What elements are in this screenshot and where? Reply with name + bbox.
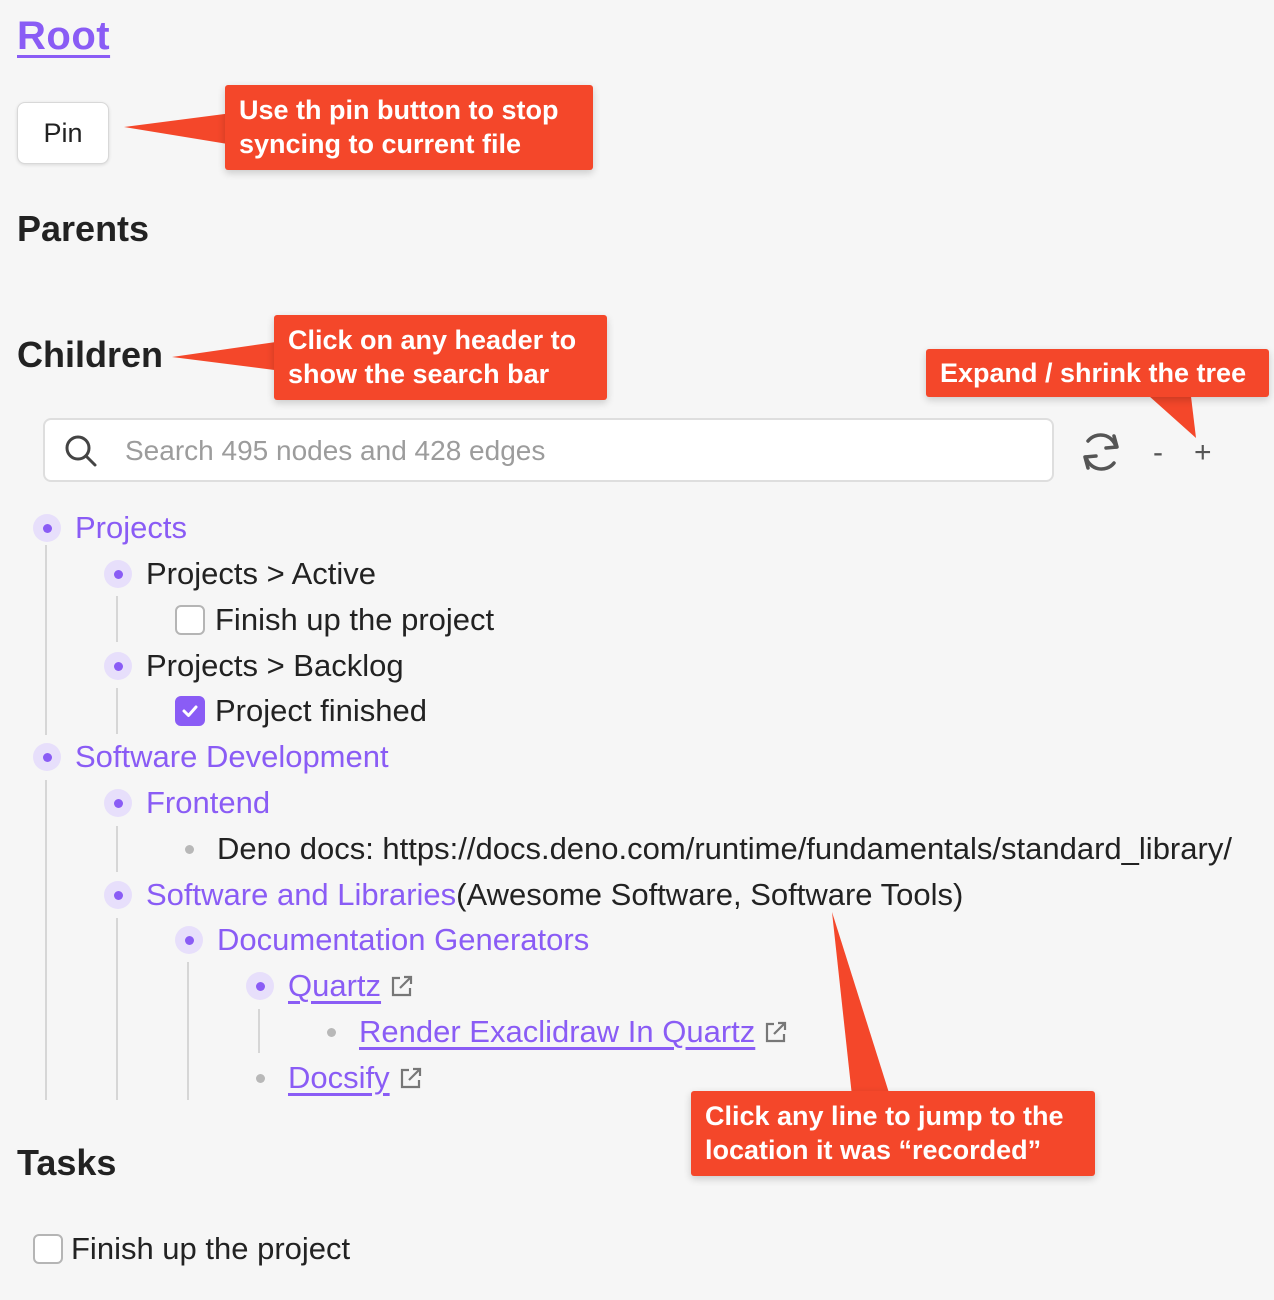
tasks-header[interactable]: Tasks (17, 1142, 116, 1184)
parents-header[interactable]: Parents (17, 208, 149, 250)
tree-node-software-development[interactable]: Software Development (33, 734, 389, 780)
header-callout: Click on any header to show the search b… (274, 315, 607, 400)
header-callout-arrow (172, 340, 290, 372)
external-link-icon[interactable] (763, 1019, 789, 1045)
jump-callout-arrow (832, 912, 890, 1096)
tree-node-projects[interactable]: Projects (33, 505, 187, 551)
tree-guide-line (116, 688, 118, 734)
tree-leaf-bullet-icon (317, 1018, 345, 1046)
tree-node-frontend[interactable]: Frontend (104, 780, 270, 826)
tree-leaf-bullet-icon (246, 1064, 274, 1092)
tree-leaf-bullet-icon (175, 835, 203, 863)
expand-tree-button[interactable]: + (1194, 436, 1212, 470)
tree-node-label: Projects (75, 510, 187, 545)
shrink-tree-button[interactable]: - (1153, 436, 1163, 470)
task-checkbox[interactable] (33, 1234, 63, 1264)
pin-callout: Use th pin button to stop syncing to cur… (225, 85, 593, 170)
tree-item-docsify[interactable]: Docsify (246, 1055, 424, 1101)
children-header[interactable]: Children (17, 334, 163, 376)
tree-guide-line (116, 596, 118, 642)
task-label: Project finished (215, 693, 427, 728)
jump-callout-line-2: location it was “recorded” (705, 1135, 1042, 1165)
task-checkbox[interactable] (175, 605, 205, 635)
header-callout-line-1: Click on any header to (288, 325, 577, 355)
tree-bullet-icon (104, 560, 132, 588)
tree-item-render-exaclidraw[interactable]: Render Exaclidraw In Quartz (317, 1009, 789, 1055)
jump-callout: Click any line to jump to the location i… (691, 1091, 1095, 1176)
tree-node-projects-backlog[interactable]: Projects > Backlog (104, 643, 404, 689)
refresh-icon[interactable] (1076, 427, 1126, 477)
checkmark-icon (182, 705, 198, 717)
tree-bullet-icon (104, 652, 132, 680)
pin-callout-line-1: Use th pin button to stop (239, 95, 559, 125)
tree-node-label: Projects > Backlog (146, 648, 404, 683)
tree-node-label: Frontend (146, 785, 271, 820)
tree-guide-line (116, 918, 118, 1100)
pin-callout-line-2: syncing to current file (239, 129, 522, 159)
tree-node-software-and-libraries[interactable]: Software and Libraries (Awesome Software… (104, 872, 963, 918)
tree-item-label: Deno docs: https://docs.deno.com/runtime… (217, 831, 1232, 866)
tree-guide-line (258, 1009, 260, 1053)
tree-guide-line (116, 826, 118, 872)
tree-bullet-icon (175, 926, 203, 954)
tree-item-link[interactable]: Docsify (288, 1060, 390, 1096)
header-callout-line-2: show the search bar (288, 359, 550, 389)
task-label: Finish up the project (215, 602, 495, 637)
expand-callout-line-1: Expand / shrink the tree (940, 358, 1247, 388)
tree-bullet-icon (33, 514, 61, 542)
tree-item-deno-docs[interactable]: Deno docs: https://docs.deno.com/runtime… (175, 826, 1255, 872)
tree-bullet-icon (246, 972, 274, 1000)
tree-bullet-icon (33, 743, 61, 771)
tree-node-label: Software Development (75, 739, 389, 774)
expand-callout: Expand / shrink the tree (926, 349, 1269, 397)
search-input[interactable] (123, 428, 1027, 474)
external-link-icon[interactable] (398, 1065, 424, 1091)
tree-node-aliases: (Awesome Software, Software Tools) (456, 877, 964, 912)
tree-task-finish-up[interactable]: Finish up the project (175, 597, 494, 643)
tree-node-link[interactable]: Quartz (288, 968, 381, 1004)
search-icon (65, 435, 97, 467)
tree-item-link[interactable]: Render Exaclidraw In Quartz (359, 1014, 755, 1050)
task-finish-up[interactable]: Finish up the project (33, 1226, 350, 1272)
tree-node-projects-active[interactable]: Projects > Active (104, 551, 376, 597)
tree-bullet-icon (104, 789, 132, 817)
external-link-icon[interactable] (389, 973, 415, 999)
tree-node-label: Software and Libraries (146, 877, 457, 912)
search-bar (43, 418, 1054, 482)
tree-guide-line (45, 545, 47, 735)
tree-guide-line (45, 780, 47, 1100)
task-label: Finish up the project (71, 1231, 351, 1266)
task-checkbox-checked[interactable] (175, 696, 205, 726)
tree-node-label: Projects > Active (146, 556, 377, 591)
tree-node-quartz[interactable]: Quartz (246, 963, 415, 1009)
tree-node-label: Documentation Generators (217, 922, 590, 957)
jump-callout-line-1: Click any line to jump to the (705, 1101, 1064, 1131)
root-link[interactable]: Root (17, 14, 110, 59)
pin-callout-arrow (124, 112, 240, 146)
tree-guide-line (187, 962, 189, 1100)
pin-button[interactable]: Pin (17, 102, 109, 164)
tree-bullet-icon (104, 881, 132, 909)
tree-node-documentation-generators[interactable]: Documentation Generators (175, 917, 589, 963)
tree-task-project-finished[interactable]: Project finished (175, 688, 427, 734)
